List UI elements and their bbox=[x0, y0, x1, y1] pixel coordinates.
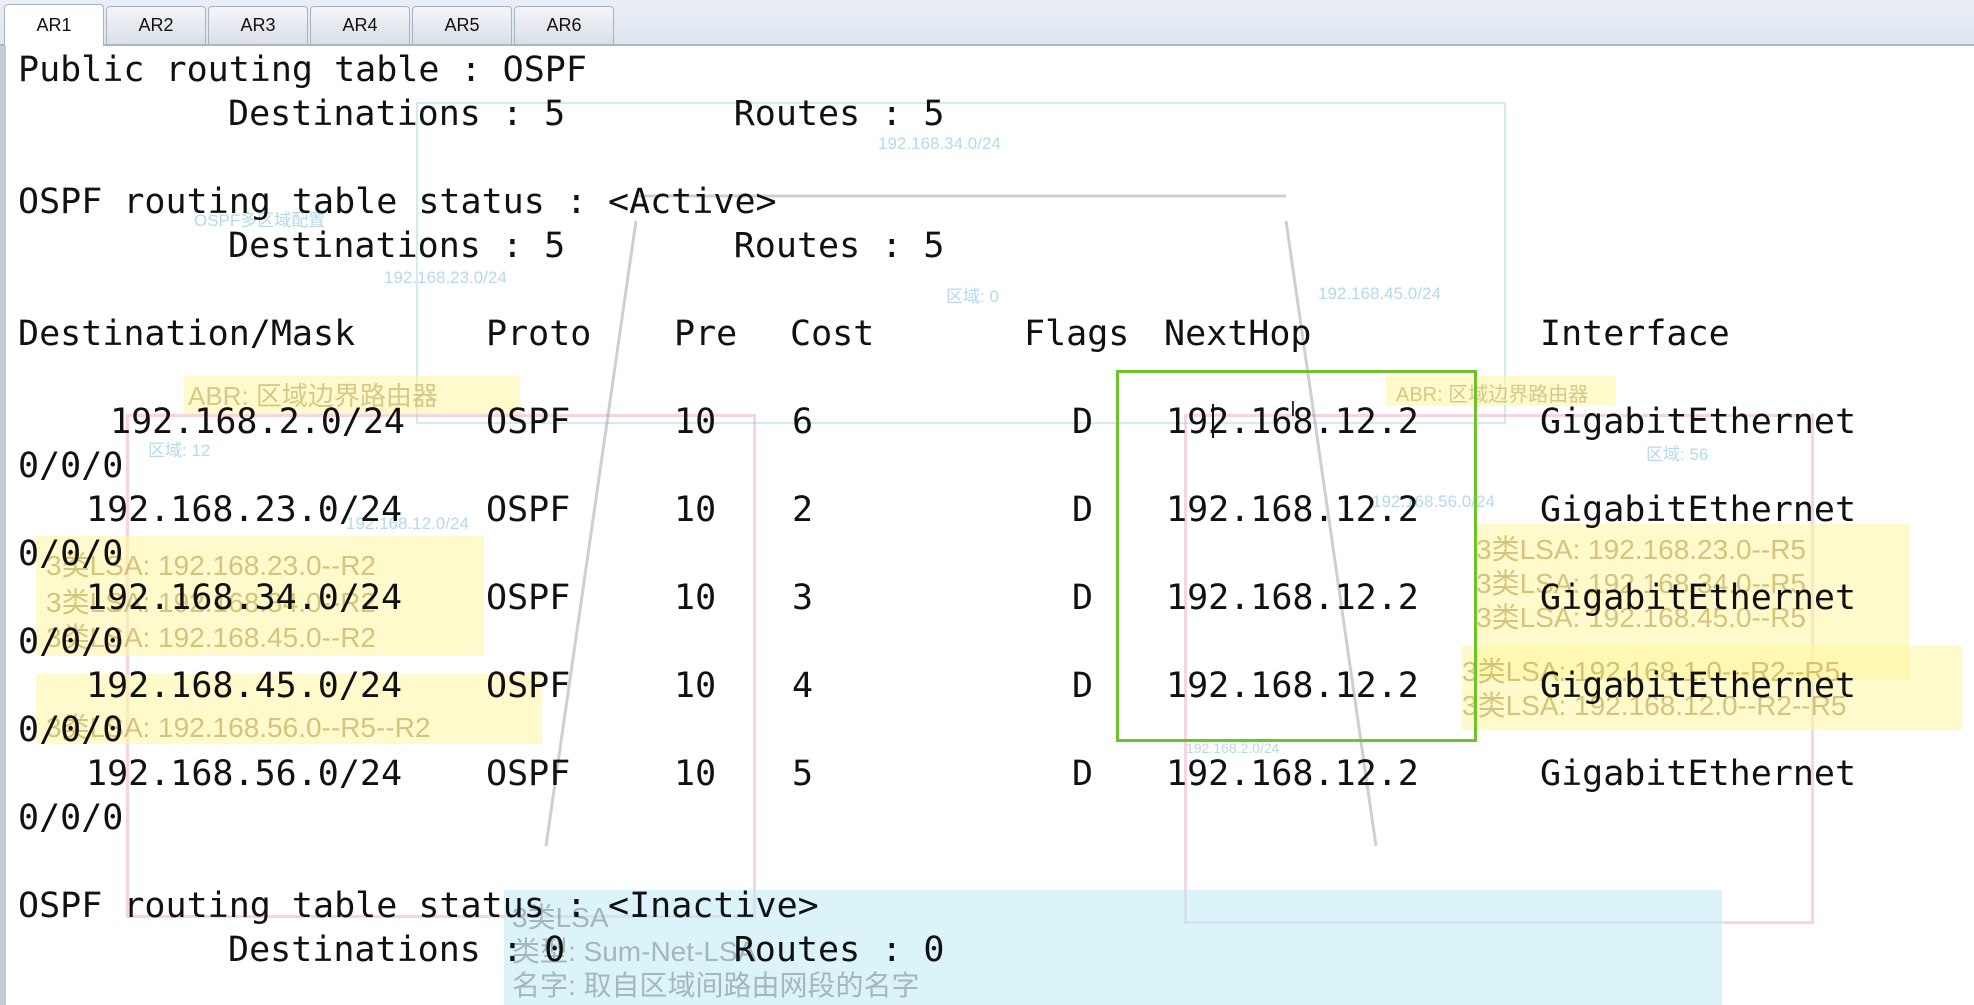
route-destination: 192.168.2.0/24 bbox=[110, 402, 406, 442]
text-cursor-icon: I bbox=[1290, 397, 1296, 421]
route-nexthop: 192.168.12.2 bbox=[1166, 666, 1419, 706]
route-pre: 10 bbox=[674, 578, 717, 618]
route-flags: D bbox=[1072, 578, 1094, 618]
tab-ar2[interactable]: AR2 bbox=[106, 6, 206, 44]
terminal-console[interactable]: ABR: 区域边界路由器 ABR: 区域边界路由器 192.168.34.0/2… bbox=[0, 46, 1974, 1005]
public-table-counts: Destinations : 5 Routes : 5 bbox=[228, 94, 945, 134]
tab-ar4[interactable]: AR4 bbox=[310, 6, 410, 44]
route-proto: OSPF bbox=[486, 666, 571, 706]
route-destination: 192.168.23.0/24 bbox=[86, 490, 403, 530]
route-proto: OSPF bbox=[486, 754, 571, 794]
route-interface: GigabitEthernet bbox=[1540, 666, 1857, 706]
net-23-label: 192.168.23.0/24 bbox=[384, 268, 507, 287]
route-flags: D bbox=[1072, 402, 1094, 442]
route-proto: OSPF bbox=[486, 402, 571, 442]
active-table-counts: Destinations : 5 Routes : 5 bbox=[228, 226, 945, 266]
route-nexthop: 192.168.12.2 bbox=[1166, 490, 1419, 530]
tab-ar3[interactable]: AR3 bbox=[208, 6, 308, 44]
header-cost: Cost bbox=[790, 314, 875, 354]
text-caret bbox=[1212, 404, 1214, 438]
route-proto: OSPF bbox=[486, 490, 571, 530]
route-nexthop: 192.168.12.2 bbox=[1166, 754, 1419, 794]
tab-ar6[interactable]: AR6 bbox=[514, 6, 614, 44]
route-pre: 10 bbox=[674, 490, 717, 530]
route-interface: GigabitEthernet bbox=[1540, 754, 1857, 794]
header-nexthop: NextHop bbox=[1164, 314, 1312, 354]
net-34-label: 192.168.34.0/24 bbox=[878, 134, 1001, 153]
route-pre: 10 bbox=[674, 666, 717, 706]
route-pre: 10 bbox=[674, 402, 717, 442]
route-interface: GigabitEthernet bbox=[1540, 490, 1857, 530]
route-cost: 4 bbox=[792, 666, 814, 706]
header-proto: Proto bbox=[486, 314, 592, 354]
route-interface: GigabitEthernet bbox=[1540, 578, 1857, 618]
lsa-right-1: 3类LSA: 192.168.23.0--R5 bbox=[1476, 534, 1806, 565]
route-proto: OSPF bbox=[486, 578, 571, 618]
route-cost: 2 bbox=[792, 490, 814, 530]
header-pre: Pre bbox=[674, 314, 738, 354]
tab-ar5[interactable]: AR5 bbox=[412, 6, 512, 44]
route-flags: D bbox=[1072, 490, 1094, 530]
route-destination: 192.168.45.0/24 bbox=[86, 666, 403, 706]
tab-ar1[interactable]: AR1 bbox=[4, 4, 104, 46]
route-destination: 192.168.56.0/24 bbox=[86, 754, 403, 794]
header-destination: Destination/Mask bbox=[18, 314, 356, 354]
header-flags: Flags bbox=[1024, 314, 1130, 354]
route-cost: 3 bbox=[792, 578, 814, 618]
active-table-title: OSPF routing table status : <Active> bbox=[18, 182, 777, 222]
route-flags: D bbox=[1072, 754, 1094, 794]
route-interface-cont: 0/0/0 bbox=[18, 622, 124, 662]
route-cost: 5 bbox=[792, 754, 814, 794]
route-interface-cont: 0/0/0 bbox=[18, 534, 124, 574]
route-interface: GigabitEthernet bbox=[1540, 402, 1857, 442]
header-interface: Interface bbox=[1540, 314, 1730, 354]
route-destination: 192.168.34.0/24 bbox=[86, 578, 403, 618]
area0-label: 区域: 0 bbox=[946, 287, 999, 306]
route-flags: D bbox=[1072, 666, 1094, 706]
net-45-label: 192.168.45.0/24 bbox=[1318, 284, 1441, 303]
route-cost: 6 bbox=[792, 402, 814, 442]
inactive-table-title: OSPF routing table status : <Inactive> bbox=[18, 886, 819, 926]
route-interface-cont: 0/0/0 bbox=[18, 798, 124, 838]
route-interface-cont: 0/0/0 bbox=[18, 446, 124, 486]
route-interface-cont: 0/0/0 bbox=[18, 710, 124, 750]
route-nexthop: 192.168.12.2 bbox=[1166, 578, 1419, 618]
route-pre: 10 bbox=[674, 754, 717, 794]
device-tab-bar: AR1 AR2 AR3 AR4 AR5 AR6 bbox=[0, 0, 1974, 46]
public-table-title: Public routing table : OSPF bbox=[18, 50, 587, 90]
inactive-table-counts: Destinations : 0 Routes : 0 bbox=[228, 930, 945, 970]
